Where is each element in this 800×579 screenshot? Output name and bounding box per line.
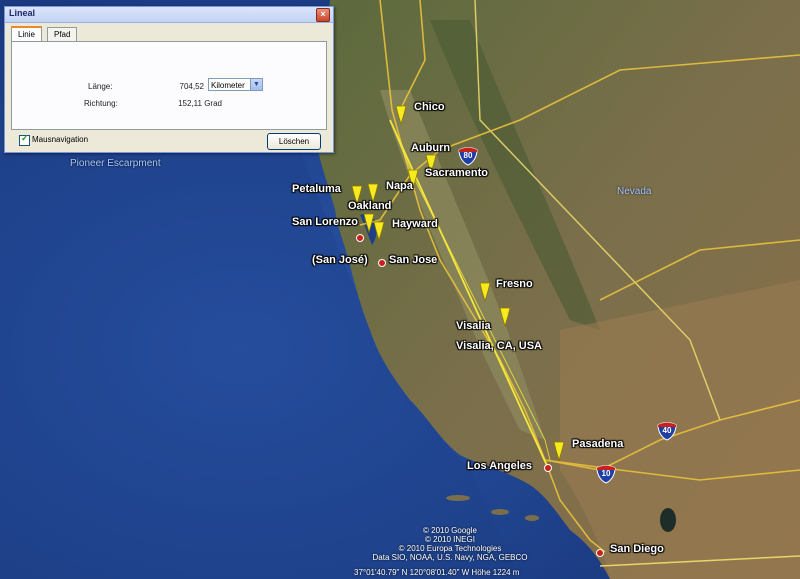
city-dot-los-angeles[interactable] [544, 464, 552, 472]
mouse-navigation-label[interactable]: Mausnavigation [32, 135, 88, 144]
copyright-line-inegi: © 2010 INEGI [425, 535, 475, 544]
interstate-10-number: 10 [601, 469, 611, 478]
place-label-chico[interactable]: Chico [414, 101, 445, 113]
interstate-40-shield: 40 [657, 422, 677, 441]
interstate-80-number: 80 [463, 151, 473, 160]
copyright-line-data: Data SIO, NOAA, U.S. Navy, NGA, GEBCO [372, 553, 528, 562]
copyright-line-europa: © 2010 Europa Technologies [398, 544, 502, 553]
desert [560, 280, 800, 579]
close-icon: × [320, 9, 326, 19]
length-label: Länge: [88, 82, 113, 91]
direction-value: 152,11 Grad [178, 99, 222, 108]
place-label-auburn[interactable]: Auburn [411, 142, 450, 154]
dialog-title: Lineal [9, 8, 36, 18]
tab-pfad[interactable]: Pfad [47, 27, 78, 41]
interstate-40-number: 40 [662, 426, 672, 435]
place-label-petaluma[interactable]: Petaluma [292, 183, 341, 195]
interstate-80-shield: 80 [458, 147, 478, 166]
interstate-10-shield: 10 [596, 465, 616, 484]
place-label-san-jose[interactable]: San Jose [389, 254, 437, 266]
place-label-san-jose-paren[interactable]: (San José) [312, 254, 368, 266]
pushpin-icon[interactable] [496, 306, 514, 328]
island [525, 515, 539, 521]
island [491, 509, 509, 515]
city-dot-san-lorenzo[interactable] [356, 234, 364, 242]
length-value: 704,52 [179, 82, 204, 91]
place-label-napa[interactable]: Napa [386, 180, 413, 192]
copyright-line-google: © 2010 Google [423, 526, 477, 535]
place-label-sacramento[interactable]: Sacramento [425, 167, 488, 179]
ruler-dialog: Lineal × Linie Pfad Länge: 704,52 Kilome… [4, 6, 334, 153]
island [446, 495, 470, 501]
unit-select[interactable]: Kilometer ▼ [208, 78, 263, 91]
place-label-visalia[interactable]: Visalia [456, 320, 491, 332]
status-coordinates: 37°01'40.79" N 120°08'01.40" W Höhe 1224… [354, 568, 520, 577]
close-button[interactable]: × [316, 8, 330, 22]
mouse-navigation-checkbox[interactable] [19, 133, 30, 146]
place-label-san-diego[interactable]: San Diego [610, 543, 664, 555]
salton-sea [660, 508, 676, 532]
place-label-san-lorenzo[interactable]: San Lorenzo [292, 216, 358, 228]
tab-panel-linie: Länge: 704,52 Kilometer ▼ Richtung: 152,… [11, 41, 327, 130]
region-label-pioneer-escarpment: Pioneer Escarpment [70, 158, 161, 169]
unit-select-value: Kilometer [211, 81, 245, 90]
pushpin-icon[interactable] [370, 220, 388, 242]
region-label-nevada: Nevada [617, 186, 652, 197]
city-dot-san-jose[interactable] [378, 259, 386, 267]
direction-label: Richtung: [84, 99, 118, 108]
clear-button[interactable]: Löschen [267, 133, 321, 150]
dialog-titlebar[interactable]: Lineal × [5, 7, 333, 23]
pushpin-icon[interactable] [476, 281, 494, 303]
place-label-los-angeles[interactable]: Los Angeles [467, 460, 532, 472]
pushpin-icon[interactable] [392, 104, 410, 126]
pushpin-icon[interactable] [550, 440, 568, 462]
place-label-fresno[interactable]: Fresno [496, 278, 533, 290]
place-label-hayward[interactable]: Hayward [392, 218, 438, 230]
place-label-visalia-full[interactable]: Visalia, CA, USA [456, 340, 542, 352]
place-label-pasadena[interactable]: Pasadena [572, 438, 623, 450]
place-label-oakland[interactable]: Oakland [348, 200, 391, 212]
city-dot-san-diego[interactable] [596, 549, 604, 557]
chevron-down-icon[interactable]: ▼ [250, 79, 262, 90]
copyright-notice: © 2010 Google © 2010 INEGI © 2010 Europa… [370, 526, 530, 562]
